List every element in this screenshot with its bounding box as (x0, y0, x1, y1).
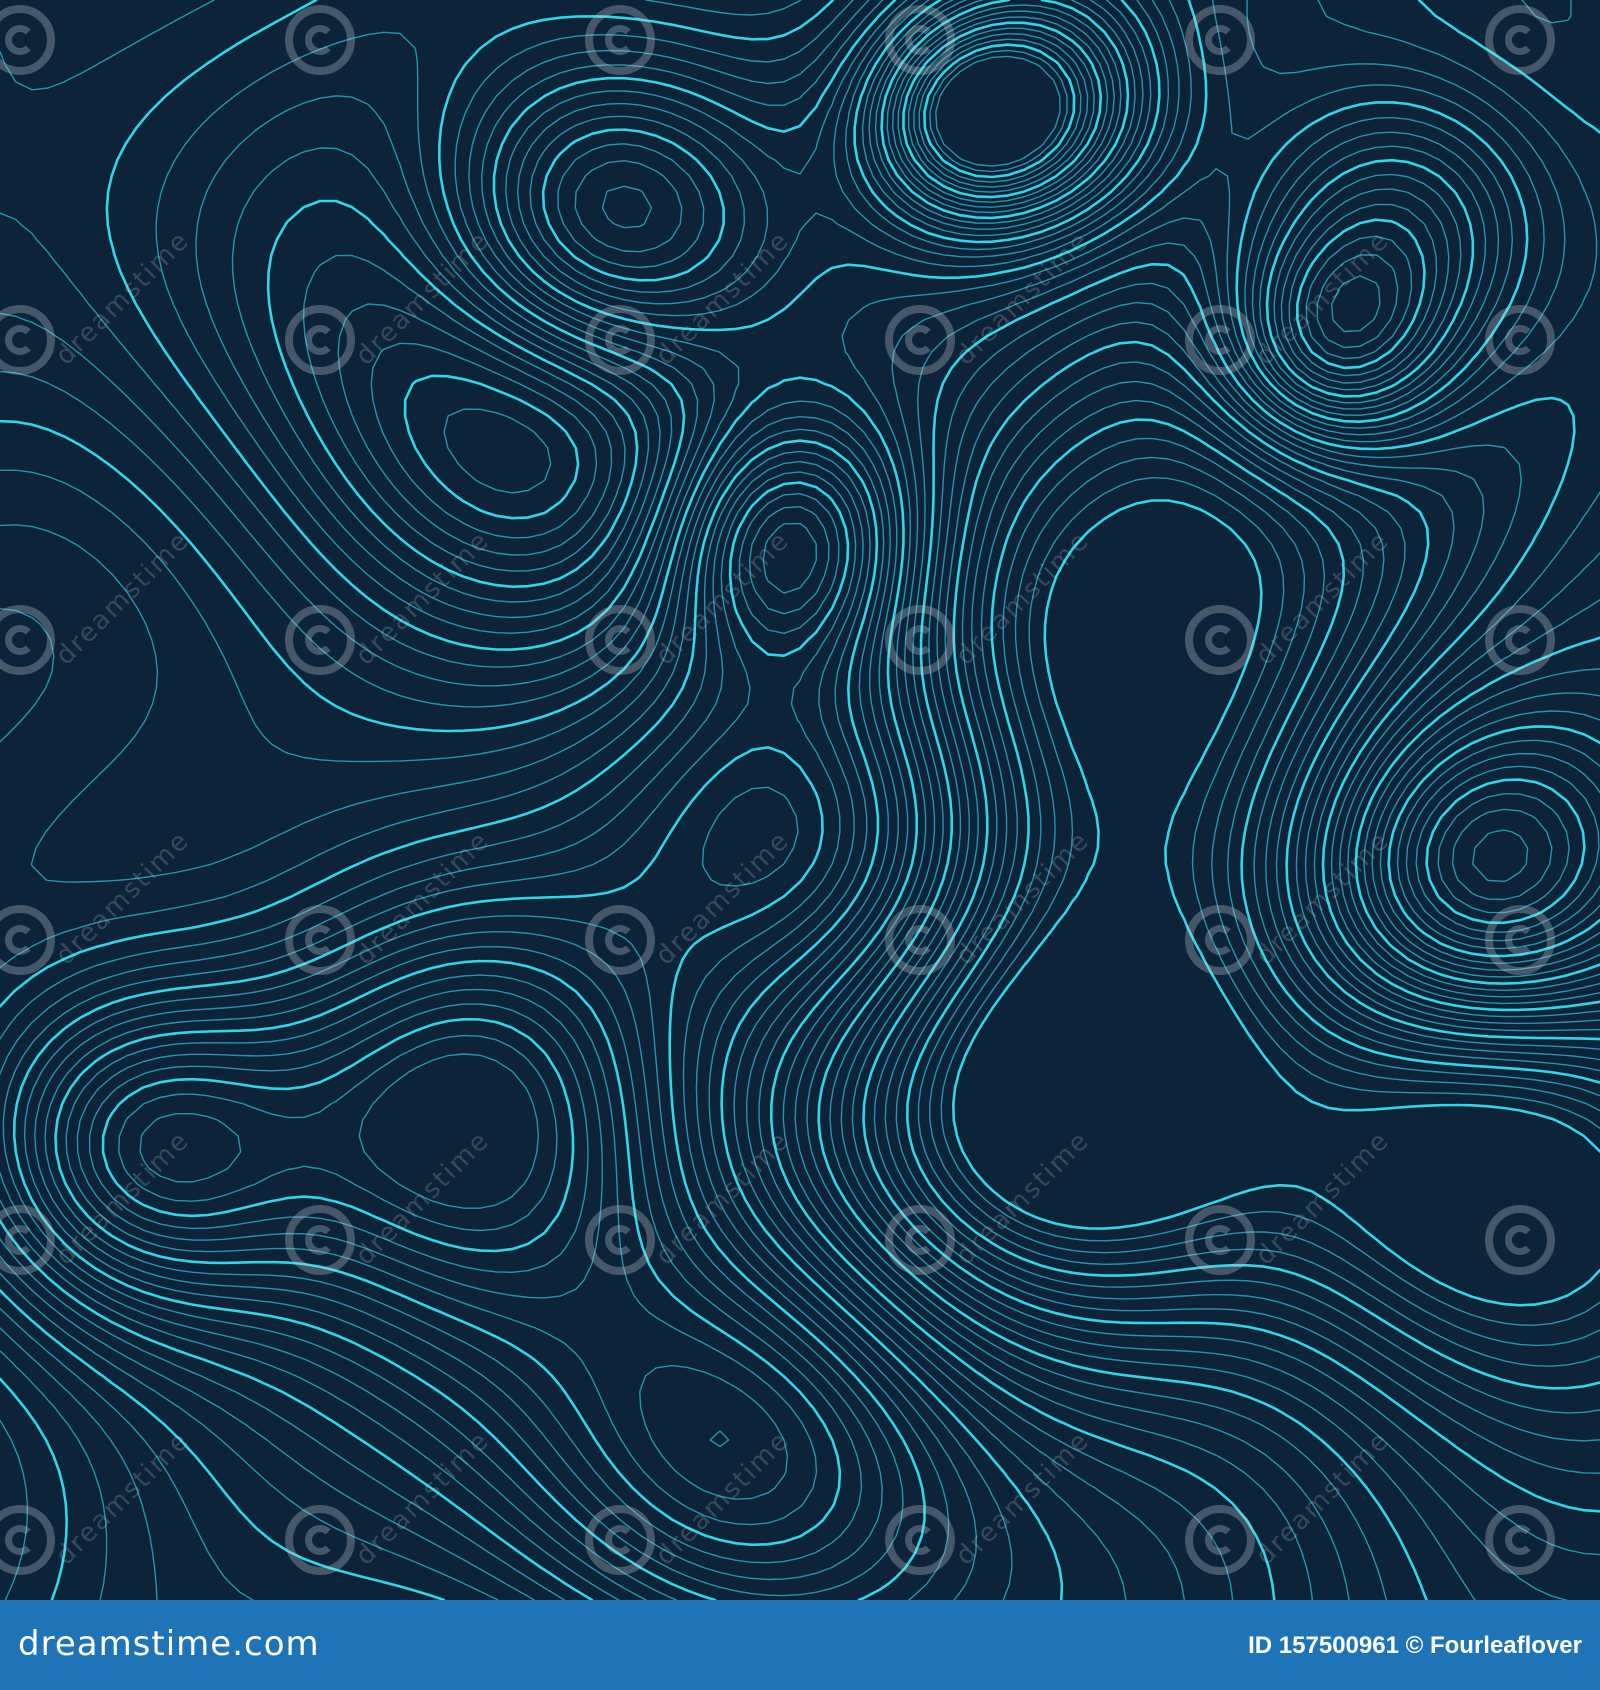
contour-line (0, 0, 1600, 1600)
contour-line (0, 0, 1600, 1600)
footer-brand: dreamstime.com (18, 1624, 320, 1664)
contour-line (88, 38, 1082, 1448)
contour-line (23, 4, 1570, 1597)
contour-line (370, 342, 1600, 1414)
footer-image-id: ID 157500961 © Fourleaflover (1248, 1632, 1582, 1659)
contour-line (0, 0, 1600, 1600)
index-contour-line (0, 0, 1600, 1600)
index-contour-line (952, 499, 1600, 1307)
contour-line (231, 147, 1600, 1556)
contour-line (0, 0, 1600, 1600)
contour-line (940, 477, 1600, 1326)
contour-line (65, 27, 1095, 1526)
contour-lines (0, 0, 1600, 1600)
contour-line (0, 0, 1600, 1600)
topographic-illustration: dreamstime dreamstime dreamstime dreamstime… (0, 0, 1600, 1600)
contour-line (2, 0, 1600, 1600)
contour-line (0, 0, 1600, 1600)
contour-line (0, 0, 1600, 1600)
index-contour-line (54, 21, 1103, 1547)
credit-footer: dreamstime.com ID 157500961 © Fourleaflo… (0, 1600, 1600, 1690)
index-contour-line (12, 0, 1586, 1600)
contour-line (0, 0, 1600, 1600)
index-contour-line (0, 0, 1600, 1600)
index-contour-line (0, 0, 1600, 1600)
index-contour-line (403, 374, 1600, 1390)
contour-line (0, 0, 1600, 1600)
